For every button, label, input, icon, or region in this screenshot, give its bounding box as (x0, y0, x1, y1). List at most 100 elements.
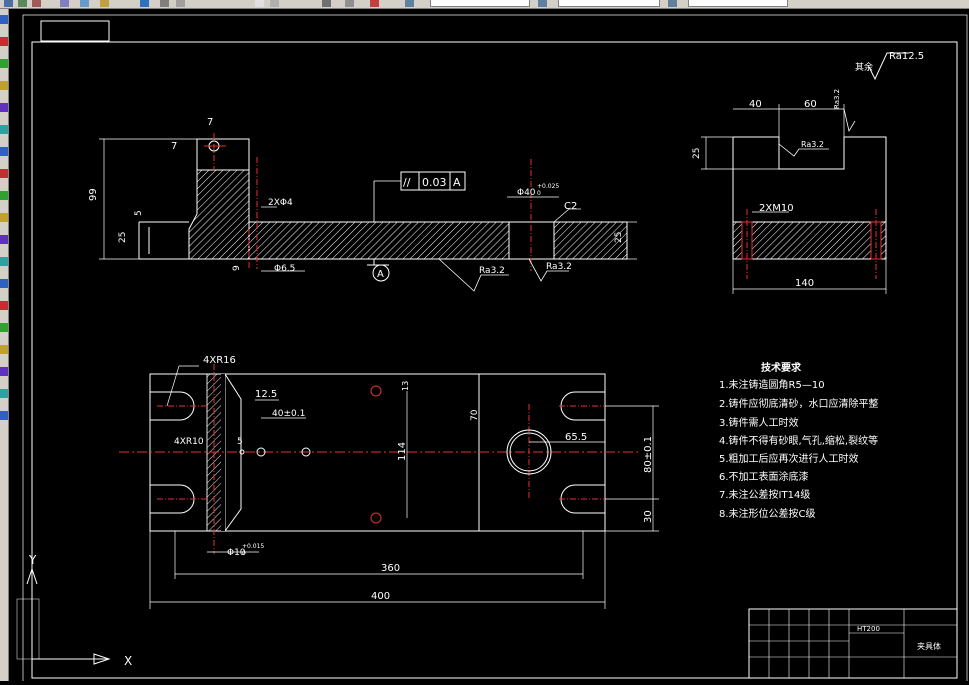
gradient-icon[interactable] (0, 345, 8, 354)
dimstyle-icon[interactable] (538, 0, 547, 7)
side-view: 25 40 60 Ra3.2 Ra3.2 2XM10 140 (692, 89, 887, 294)
dim-phi6-5: Φ6.5 (274, 264, 295, 274)
side-dim-2xm10: 2XM10 (759, 203, 794, 214)
ucs-icon: Y X (16, 553, 132, 668)
plan-dim-4xr10: 4XR10 (174, 437, 204, 447)
table-style-select[interactable] (688, 0, 788, 7)
ellipse-icon[interactable] (0, 213, 8, 222)
style-icon[interactable] (405, 0, 414, 7)
title-material: HT200 (857, 625, 880, 633)
region-icon[interactable] (0, 367, 8, 376)
line-icon[interactable] (0, 15, 8, 24)
hatch-icon[interactable] (0, 323, 8, 332)
calc-icon[interactable] (345, 0, 354, 7)
polygon-icon[interactable] (0, 81, 8, 90)
drawing-svg: 其余 Ra12.5 99 7 7 5 25 9 2XΦ4 Φ6.5 Φ40 +0… (16, 14, 968, 684)
zoom-window-icon[interactable] (160, 0, 169, 7)
fcf-tolerance: 0.03 (422, 176, 447, 189)
point-icon[interactable] (0, 301, 8, 310)
rectangle-icon[interactable] (0, 103, 8, 112)
plan-dim-30: 30 (643, 510, 654, 523)
front-hatch-plate (248, 221, 510, 260)
table-icon[interactable] (0, 389, 8, 398)
dim-25-right: 25 (614, 232, 624, 243)
plan-dim-phi10-lower: 0 (242, 550, 246, 557)
front-view: 99 7 7 5 25 9 2XΦ4 Φ6.5 Φ40 +0.025 0 C2 … (88, 117, 637, 292)
construction-line-icon[interactable] (0, 37, 8, 46)
tech-item-6: 6.不加工表面涂底漆 (719, 470, 809, 483)
dim-ra3-2-b: Ra3.2 (546, 262, 572, 272)
zoom-previous-icon[interactable] (176, 0, 185, 7)
side-ra-a: Ra3.2 (801, 140, 824, 149)
side-dim-40: 40 (749, 99, 762, 110)
side-ra-b: Ra3.2 (833, 89, 841, 109)
match-icon[interactable] (32, 0, 41, 7)
markup-icon[interactable] (322, 0, 331, 7)
plan-dim-4xr16: 4XR16 (203, 355, 236, 366)
plan-dim-12-5: 12.5 (255, 389, 277, 400)
zoom-icon[interactable] (140, 0, 149, 7)
plan-dim-phi10-upper: +0.015 (242, 543, 264, 550)
side-section (732, 221, 887, 260)
title-block: HT200 夹具体 (748, 608, 958, 679)
plan-dim-360: 360 (381, 563, 400, 574)
insert-block-icon[interactable] (0, 257, 8, 266)
toolpalette-icon[interactable] (270, 0, 279, 7)
plan-dim-400: 400 (371, 591, 390, 602)
drawing-outer-frame (22, 14, 968, 684)
dim-5: 5 (134, 210, 144, 216)
ellipse-arc-icon[interactable] (0, 235, 8, 244)
redo-icon[interactable] (80, 0, 89, 7)
datum-a-label: A (377, 269, 384, 280)
tag-box (40, 20, 110, 42)
side-dim-140: 140 (795, 278, 814, 289)
help-icon[interactable] (370, 0, 379, 7)
fcf-datum: A (453, 176, 461, 189)
spline-icon[interactable] (0, 191, 8, 200)
designcenter-icon[interactable] (255, 0, 264, 7)
dim-phi40-upper: +0.025 (537, 183, 559, 190)
tech-item-3: 3.铸件需人工时效 (719, 416, 799, 429)
toolbar (0, 0, 969, 9)
arc-icon[interactable] (0, 125, 8, 134)
tech-item-4: 4.铸件不得有砂眼,气孔,缩松,裂纹等 (719, 434, 878, 447)
dim-7b: 7 (171, 141, 177, 152)
drawing-canvas[interactable]: 其余 Ra12.5 99 7 7 5 25 9 2XΦ4 Φ6.5 Φ40 +0… (9, 9, 969, 684)
plan-dim-80pm: 80±0.1 (643, 436, 654, 473)
fcf-symbol: // (403, 176, 411, 189)
undo-icon[interactable] (60, 0, 69, 7)
plan-dim-70: 70 (470, 409, 480, 421)
text-style-select[interactable] (430, 0, 530, 7)
side-dim-25: 25 (692, 148, 702, 159)
dim-2x-phi4: 2XΦ4 (268, 198, 293, 208)
dim-style-select[interactable] (558, 0, 660, 7)
make-block-icon[interactable] (0, 279, 8, 288)
dim-c2: C2 (564, 201, 577, 212)
finish-prefix: 其余 (855, 61, 873, 73)
dim-ra3-2-a: Ra3.2 (479, 266, 505, 276)
layer-icon[interactable] (4, 0, 13, 7)
polyline-icon[interactable] (0, 59, 8, 68)
tech-requirements: 技术要求 1.未注铸造圆角R5—10 2.铸件应彻底清砂，水口应清除平整 3.铸… (719, 361, 879, 520)
pan-icon[interactable] (100, 0, 109, 7)
circle-icon[interactable] (0, 147, 8, 156)
ucs-y: Y (28, 553, 37, 567)
draw-toolbar (0, 9, 9, 681)
front-upper-body (196, 138, 250, 170)
multiline-text-icon[interactable] (0, 411, 8, 420)
tech-title: 技术要求 (761, 361, 802, 374)
title-part-name: 夹具体 (917, 641, 941, 651)
tech-item-1: 1.未注铸造圆角R5—10 (719, 378, 825, 391)
properties-icon[interactable] (18, 0, 27, 7)
dim-phi40: Φ40 (517, 188, 536, 198)
tablestyle-icon[interactable] (668, 0, 677, 7)
revcloud-icon[interactable] (0, 169, 8, 178)
finish-value: Ra12.5 (889, 51, 924, 62)
dim-9: 9 (232, 265, 242, 271)
dim-25-left: 25 (118, 232, 128, 243)
plan-dim-65-5: 65.5 (565, 432, 587, 443)
tech-item-2: 2.铸件应彻底清砂，水口应清除平整 (719, 397, 879, 410)
side-dim-60: 60 (804, 99, 817, 110)
ucs-x: X (124, 654, 132, 668)
plan-dim-40pm: 40±0.1 (272, 409, 305, 419)
